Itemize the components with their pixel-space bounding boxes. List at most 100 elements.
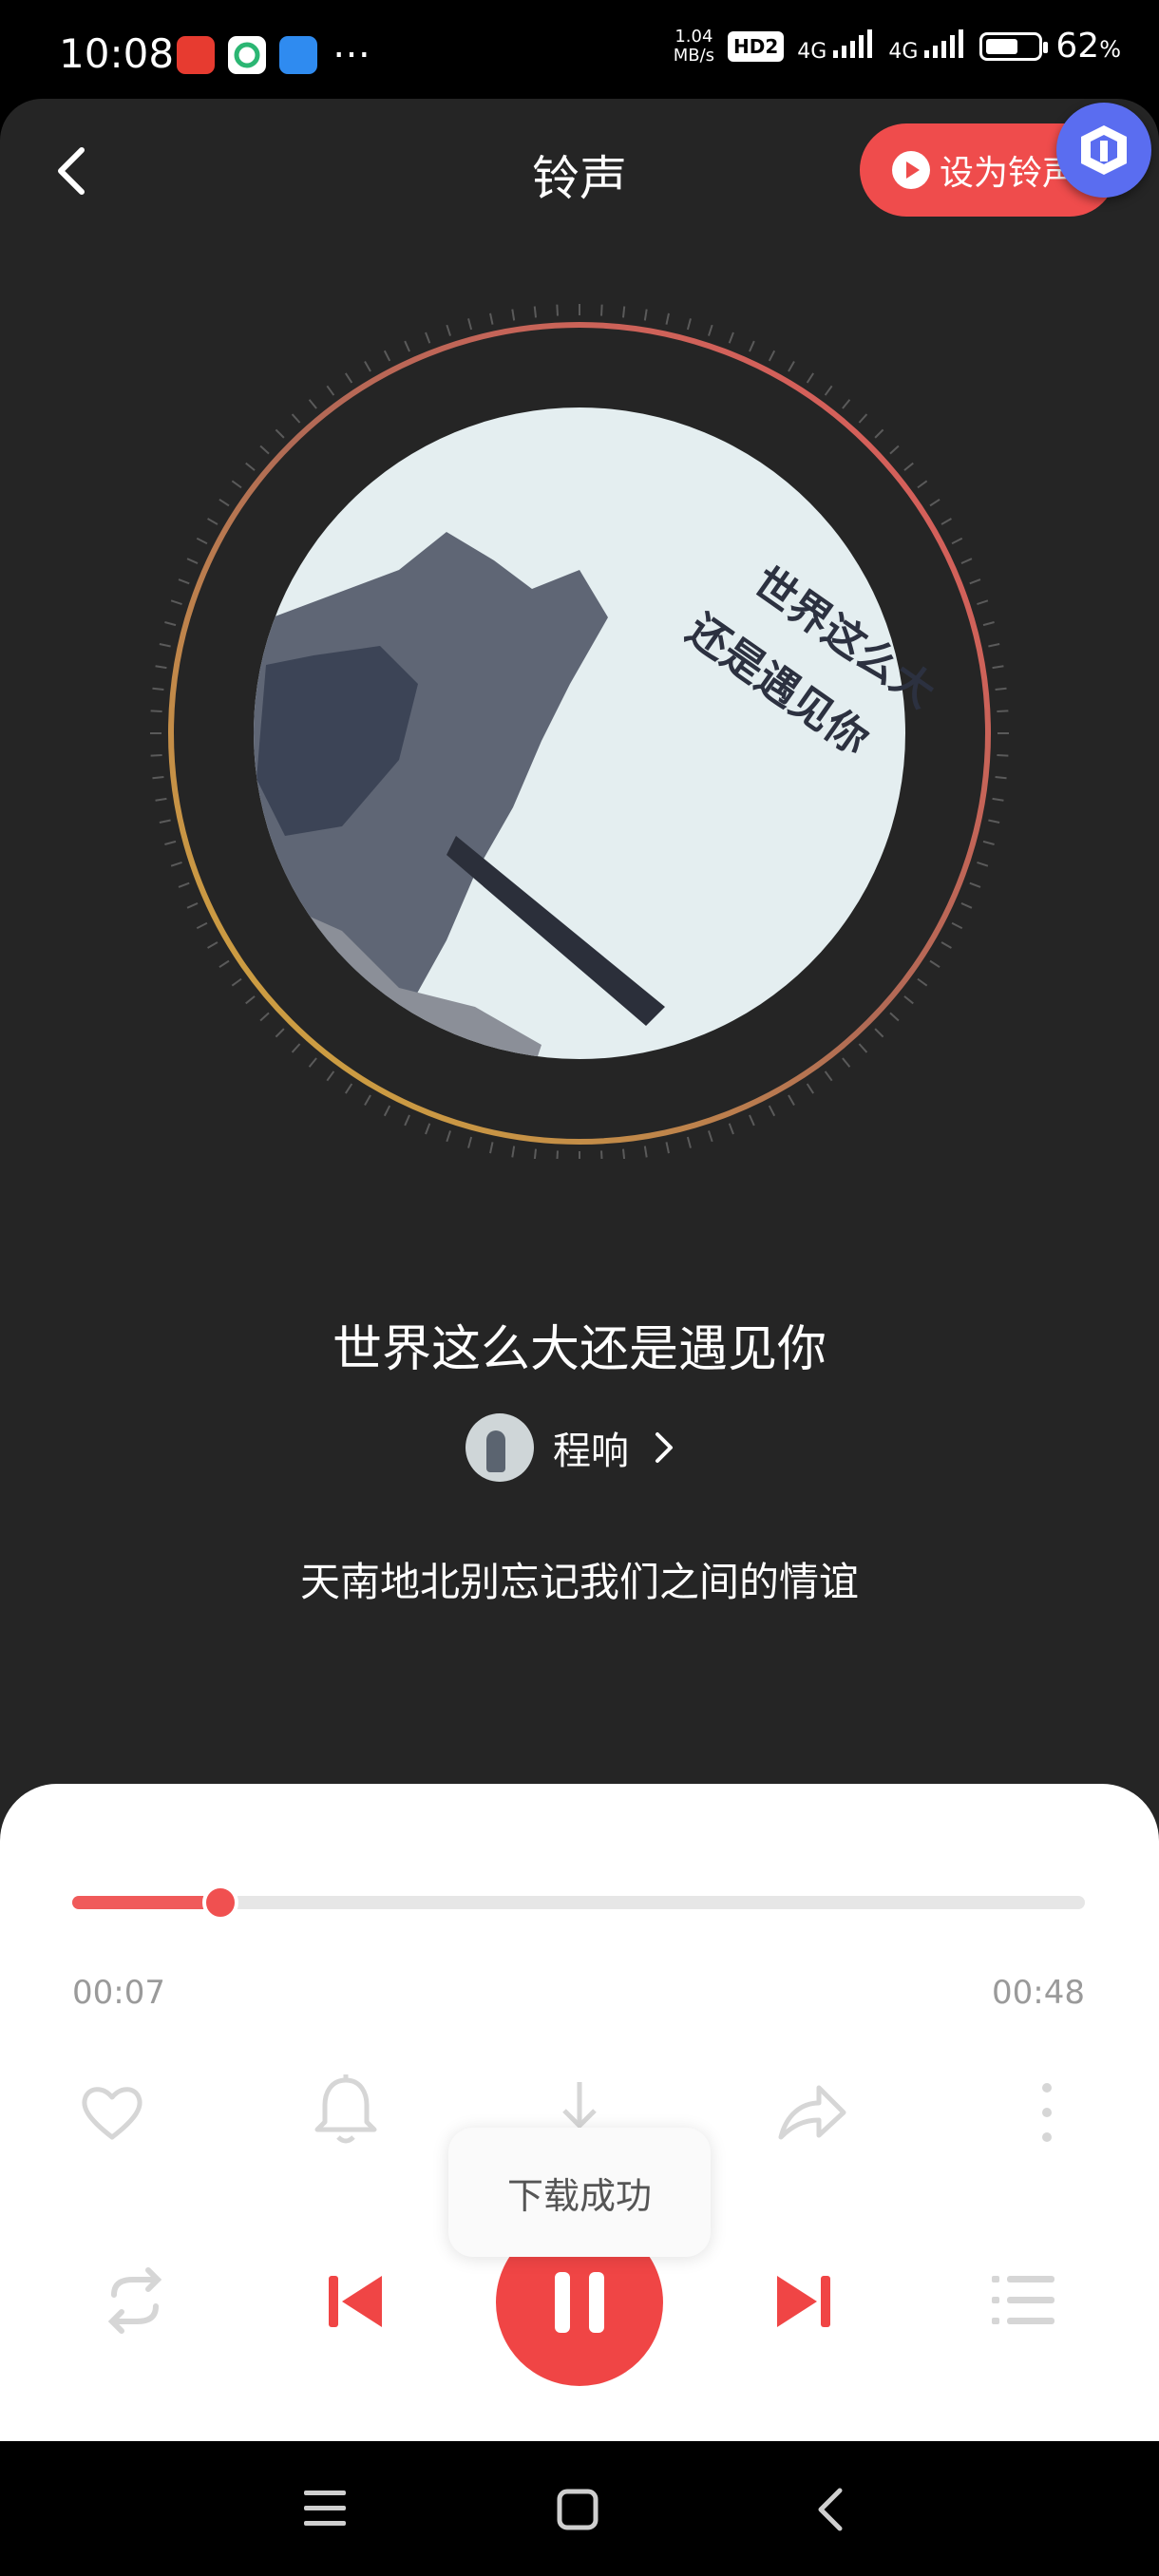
disc-tick [969,881,981,888]
bell-icon[interactable] [310,2071,382,2150]
more-vertical-icon[interactable] [1036,2076,1058,2149]
disc-tick [404,1114,410,1127]
total-time: 00:48 [992,1974,1085,2012]
disc-tick [383,350,391,362]
lyric-line: 天南地北别忘记我们之间的情谊 [299,1559,859,1605]
disc-tick [788,361,795,372]
disc-tick [556,1150,559,1159]
back-nav-icon[interactable] [813,2487,846,2532]
disc-tick [231,480,242,489]
disc-tick [159,819,171,824]
disc-tick [489,313,494,325]
disc-tick [995,687,1007,691]
disc-tick [511,309,516,321]
artist-link[interactable]: 程响 [466,1413,676,1482]
disc-tick [643,1146,648,1158]
disc-tick [995,775,1007,780]
disc-tick [446,1130,451,1143]
disc-tick [988,819,1000,824]
disc-tick [643,309,648,321]
disc-tick [929,498,940,507]
disc-tick [842,399,851,409]
disc-tick [929,959,940,969]
disc-tick [152,687,164,691]
disc-tick [665,1142,670,1154]
disc-tick [992,797,1004,802]
share-icon[interactable] [773,2074,849,2150]
disc-tick [231,977,242,987]
disc-tick [749,1114,755,1127]
disc-tick [749,340,755,352]
disc-tick [155,665,167,670]
disc-tick [686,318,692,331]
disc-tick [308,399,317,409]
disc-tick [178,578,190,585]
download-success-toast: 下载成功 [448,2128,711,2257]
disc-tick [806,1083,815,1094]
disc-tick [824,1070,833,1082]
progress-slider[interactable] [72,1885,1085,1921]
disc-tick [728,331,734,344]
disc-tick [207,518,218,525]
disc-tick [960,558,973,564]
heart-icon[interactable] [76,2076,148,2149]
playlist-icon[interactable] [990,2270,1056,2331]
disc-tick [977,862,989,867]
disc-tick [951,921,963,930]
disc-tick [621,306,626,318]
disc-tick [383,1105,391,1117]
disc-tick [728,1123,734,1135]
disc-tick [982,840,995,845]
notification-app-icon [279,36,317,74]
disc-tick [889,445,900,455]
disc-tick [446,324,451,336]
disc-tick [940,941,952,949]
disc-tick [164,840,177,845]
disc-tick [178,881,190,888]
home-icon[interactable] [557,2489,598,2530]
menu-icon[interactable] [304,2489,346,2529]
disc-tick [708,324,713,336]
disc-tick [245,462,256,471]
disc-tick [245,995,256,1005]
disc-tick [404,340,410,352]
disc-tick [170,862,182,867]
skip-previous-icon[interactable] [325,2270,388,2333]
signal-icon: 4G [797,28,875,64]
disc-tick [364,1094,371,1106]
disc-tick [992,665,1004,670]
disc-tick [152,775,164,780]
repeat-icon[interactable] [95,2261,175,2340]
disc-tick [425,331,431,344]
disc-tick [951,537,963,545]
disc-tick [874,1028,884,1038]
notification-app-icon [228,36,266,74]
hd-badge: HD2 [728,30,785,62]
current-time: 00:07 [72,1974,165,2012]
disc-tick [917,977,928,987]
disc-tick [889,1012,900,1022]
disc-tick [768,1105,776,1117]
disc-tick [768,350,776,362]
disc-tick [917,480,928,489]
disc-tick [186,558,199,564]
play-circle-icon [892,151,930,189]
network-speed: 1.04 MB/s [673,26,715,66]
disc-tick [275,428,285,439]
disc-tick [824,385,833,396]
disc-tick [155,797,167,802]
disc-tick [874,428,884,439]
progress-thumb[interactable] [201,1885,238,1921]
disc-tick [903,995,914,1005]
floating-assistant-icon[interactable] [1056,103,1151,198]
disc-tick [164,621,177,627]
screen: 10:08 … 1.04 MB/s HD2 4G 4G 62% 铃声 设为铃声 … [0,0,1159,2576]
disc-tick [977,599,989,605]
disc-tick [903,462,914,471]
skip-next-icon[interactable] [771,2270,834,2333]
disc-tick [467,318,473,331]
disc-tick [326,1070,335,1082]
system-nav-bar [0,2441,1159,2576]
disc-tick [806,372,815,384]
artist-name: 程响 [553,1430,629,1473]
